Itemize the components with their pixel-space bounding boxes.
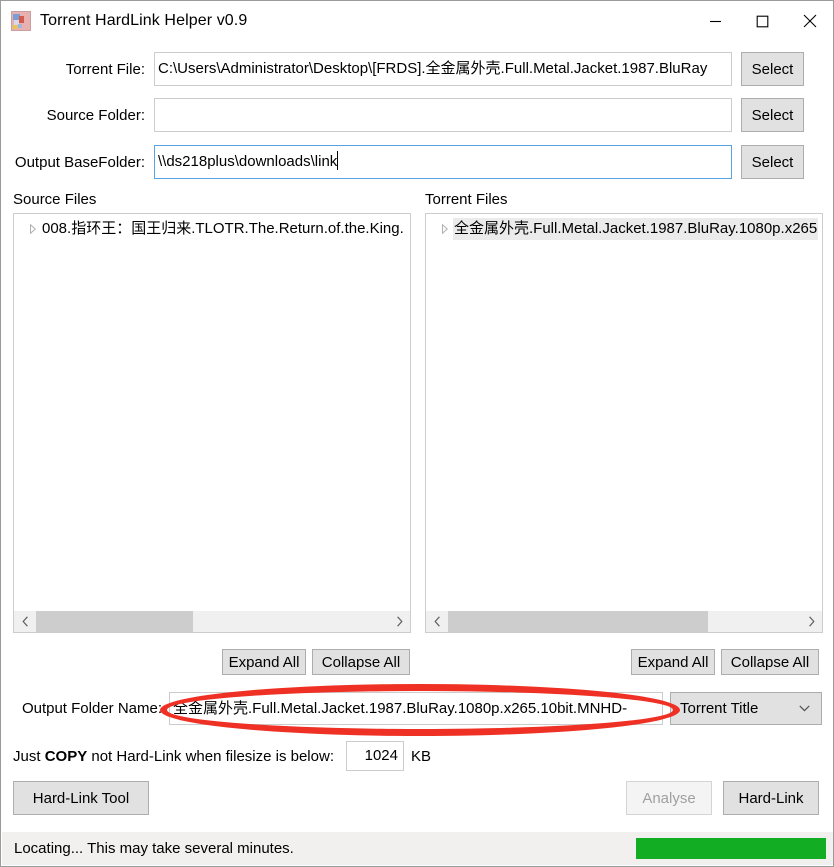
chevron-left-icon[interactable] [14, 611, 36, 632]
torrent-file-label: Torrent File: [65, 60, 145, 78]
tree-item-label: 008.指环王：国王归来.TLOTR.The.Return.of.the.Kin… [42, 220, 404, 237]
window-title: Torrent HardLink Helper v0.9 [40, 12, 248, 29]
source-folder-row: Source Folder: Select [1, 98, 833, 132]
status-message: Locating... This may take several minute… [14, 840, 294, 857]
hard-link-button[interactable]: Hard-Link [723, 781, 819, 815]
window-controls [692, 1, 833, 41]
minimize-button[interactable] [692, 1, 739, 41]
copy-emphasis: COPY [44, 747, 88, 765]
source-collapse-all-button[interactable]: Collapse All [312, 649, 410, 675]
copy-threshold-input[interactable]: 1024 [346, 741, 404, 771]
output-folder-name-row: Output Folder Name: 全金属外壳.Full.Metal.Jac… [1, 690, 833, 726]
chevron-right-icon[interactable] [800, 611, 822, 632]
application-window: Torrent HardLink Helper v0.9 Torrent Fil… [0, 0, 834, 867]
copy-threshold-row: Just COPY not Hard-Link when filesize is… [13, 741, 431, 771]
output-basefolder-label: Output BaseFolder: [14, 153, 145, 171]
source-expand-all-button[interactable]: Expand All [222, 649, 306, 675]
output-basefolder-value: \\ds218plus\downloads\link [158, 153, 338, 170]
source-files-tree[interactable]: 008.指环王：国王归来.TLOTR.The.Return.of.the.Kin… [13, 213, 411, 633]
hard-link-tool-button[interactable]: Hard-Link Tool [13, 781, 149, 815]
scrollbar-thumb[interactable] [36, 611, 193, 632]
chevron-right-icon[interactable] [437, 224, 453, 234]
output-folder-name-input[interactable]: 全金属外壳.Full.Metal.Jacket.1987.BluRay.1080… [169, 691, 663, 725]
text-caret [337, 151, 339, 170]
tree-item[interactable]: 008.指环王：国王归来.TLOTR.The.Return.of.the.Kin… [14, 217, 410, 241]
scrollbar-thumb[interactable] [448, 611, 709, 632]
chevron-down-icon[interactable] [799, 701, 810, 715]
scrollbar-track[interactable] [36, 611, 388, 632]
torrent-file-row: Torrent File: C:\Users\Administrator\Des… [1, 52, 833, 86]
torrent-expand-all-button[interactable]: Expand All [631, 649, 715, 675]
source-files-header: Source Files [13, 191, 97, 208]
app-icon [11, 11, 31, 31]
tree-item[interactable]: 全金属外壳.Full.Metal.Jacket.1987.BluRay.1080… [426, 217, 822, 241]
progress-bar [636, 838, 826, 859]
torrent-file-select-button[interactable]: Select [741, 52, 804, 86]
source-folder-label: Source Folder: [46, 106, 145, 124]
copy-suffix: not Hard-Link when filesize is below: [87, 747, 334, 765]
output-basefolder-select-button[interactable]: Select [741, 145, 804, 179]
status-bar: Locating... This may take several minute… [2, 832, 833, 865]
chevron-right-icon[interactable] [25, 224, 41, 234]
close-icon [803, 14, 816, 28]
maximize-icon [756, 15, 769, 27]
tree-item-label: 全金属外壳.Full.Metal.Jacket.1987.BluRay.1080… [453, 218, 819, 240]
title-bar: Torrent HardLink Helper v0.9 [1, 1, 833, 41]
maximize-button[interactable] [739, 1, 786, 41]
torrent-tree-hscrollbar[interactable] [426, 610, 822, 632]
source-folder-select-button[interactable]: Select [741, 98, 804, 132]
output-folder-name-label: Output Folder Name: [21, 699, 162, 717]
analyse-button[interactable]: Analyse [626, 781, 712, 815]
close-button[interactable] [786, 1, 833, 41]
torrent-files-tree[interactable]: 全金属外壳.Full.Metal.Jacket.1987.BluRay.1080… [425, 213, 823, 633]
output-name-mode-value: Torrent Title [680, 699, 759, 717]
progress-bar-fill [636, 838, 826, 859]
torrent-file-input[interactable]: C:\Users\Administrator\Desktop\[FRDS].全金… [154, 52, 732, 86]
scrollbar-track[interactable] [448, 611, 800, 632]
copy-threshold-label: Just COPY not Hard-Link when filesize is… [13, 748, 334, 765]
chevron-left-icon[interactable] [426, 611, 448, 632]
copy-prefix: Just [13, 747, 45, 765]
copy-threshold-unit: KB [411, 747, 432, 765]
torrent-files-header: Torrent Files [425, 191, 508, 208]
minimize-icon [710, 20, 721, 22]
chevron-right-icon[interactable] [388, 611, 410, 632]
source-folder-input[interactable] [154, 98, 732, 132]
torrent-collapse-all-button[interactable]: Collapse All [721, 649, 819, 675]
source-tree-hscrollbar[interactable] [14, 610, 410, 632]
output-name-mode-dropdown[interactable]: Torrent Title [670, 691, 822, 725]
output-basefolder-row: Output BaseFolder: \\ds218plus\downloads… [1, 145, 833, 179]
output-basefolder-input[interactable]: \\ds218plus\downloads\link [154, 145, 732, 179]
